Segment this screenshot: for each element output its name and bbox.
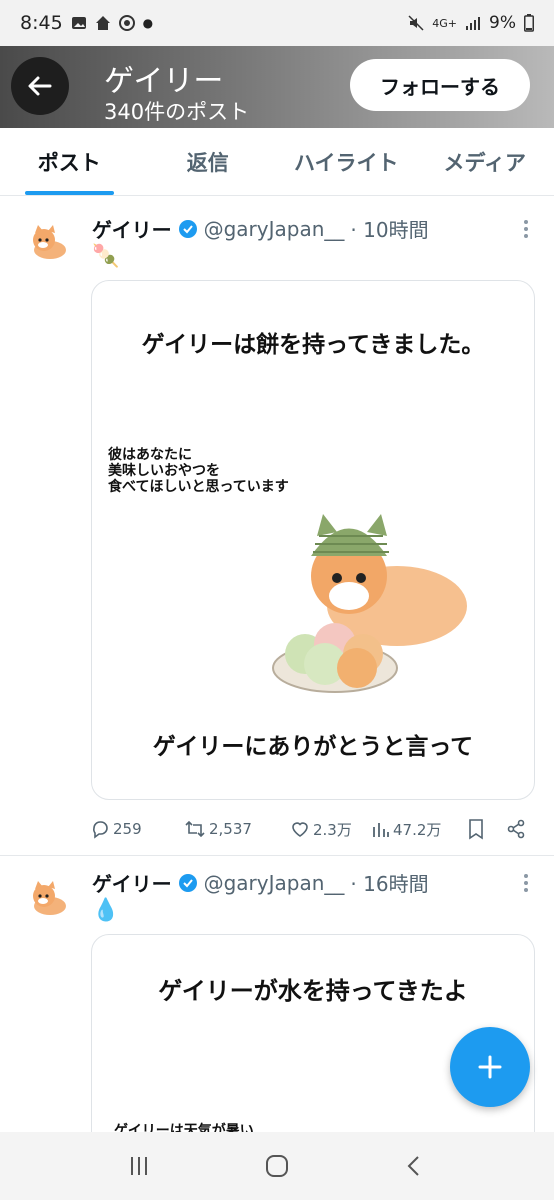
tweet[interactable]: ゲイリー @garyJapan__ · 10時間 🍡 ゲイリーは餅を持ってきまし…	[0, 200, 554, 855]
reply-button[interactable]: 259	[90, 819, 184, 839]
avatar[interactable]	[22, 214, 76, 268]
status-time: 8:45	[20, 12, 63, 34]
tweet-image[interactable]: ゲイリーは餅を持ってきました。 彼はあなたに 美味しいおやつを 食べてほしいと思…	[91, 280, 535, 800]
heart-icon	[292, 822, 308, 837]
post-time: · 16時間	[350, 872, 429, 896]
tab-posts[interactable]: ポスト	[0, 128, 139, 195]
tab-label: ハイライト	[293, 150, 399, 175]
tweet-text: 🍡	[92, 244, 120, 269]
tab-label: ポスト	[37, 150, 101, 175]
tweet-text: 💧	[92, 898, 120, 923]
kitten-mochi-illustration	[272, 514, 467, 693]
share-icon[interactable]	[506, 819, 526, 839]
recent-apps-icon[interactable]	[127, 1154, 151, 1178]
reply-count: 259	[113, 820, 142, 838]
battery-icon	[524, 14, 534, 32]
home-button-icon[interactable]	[264, 1153, 290, 1179]
post-time: · 10時間	[350, 218, 429, 242]
avatar[interactable]	[22, 870, 76, 924]
display-name[interactable]: ゲイリー	[92, 214, 172, 243]
chrome-icon	[118, 15, 135, 31]
display-name[interactable]: ゲイリー	[92, 868, 172, 897]
tab-replies[interactable]: 返信	[139, 128, 278, 195]
tab-label: メディア	[443, 150, 527, 175]
views-button[interactable]: 47.2万	[372, 819, 466, 840]
post-count: 340件のポスト	[104, 100, 250, 124]
tweet-actions: 259 2,537 2.3万 47.2万	[90, 818, 530, 840]
profile-tabs: ポスト 返信 ハイライト メディア	[0, 128, 554, 196]
profile-header: ゲイリー 340件のポスト フォローする	[0, 46, 554, 128]
like-button[interactable]: 2.3万	[290, 819, 372, 840]
image-caption-text: ゲイリーにありがとうと言って	[152, 734, 474, 760]
profile-name: ゲイリー	[104, 64, 224, 99]
image-title-text: ゲイリーは餅を持ってきました。	[141, 332, 485, 358]
signal-icon	[466, 17, 481, 30]
tab-media[interactable]: メディア	[416, 128, 554, 195]
image-title-text: ゲイリーが水を持ってきたよ	[158, 977, 468, 1005]
image-note-text: 彼はあなたに 美味しいおやつを 食べてほしいと思っています	[108, 447, 289, 495]
system-nav-bar	[0, 1132, 554, 1200]
more-options-icon[interactable]	[522, 218, 530, 240]
kitten-avatar-image	[33, 225, 66, 259]
battery-percent: 9%	[489, 13, 516, 33]
arrow-left-icon	[28, 76, 52, 96]
repost-count: 2,537	[209, 820, 252, 838]
views-chart-icon	[373, 823, 389, 837]
user-handle[interactable]: @garyJapan__	[204, 217, 345, 241]
mute-icon	[408, 15, 424, 31]
repost-icon	[185, 820, 205, 838]
verified-badge-icon	[178, 873, 197, 892]
view-count: 47.2万	[393, 820, 442, 839]
back-button[interactable]	[11, 57, 69, 115]
follow-button[interactable]: フォローする	[350, 59, 530, 111]
like-count: 2.3万	[313, 820, 352, 839]
active-tab-indicator	[25, 191, 114, 195]
reply-icon	[93, 821, 108, 839]
kitten-avatar-image	[33, 881, 66, 915]
repost-button[interactable]: 2,537	[184, 819, 290, 839]
compose-button[interactable]	[450, 1027, 530, 1107]
verified-badge-icon	[178, 219, 197, 238]
image-note-text: ゲイリーは天気が暑い	[114, 1123, 254, 1132]
back-nav-icon[interactable]	[403, 1154, 427, 1178]
tab-highlights[interactable]: ハイライト	[277, 128, 416, 195]
dot-icon: ●	[142, 16, 154, 30]
bookmark-icon[interactable]	[466, 818, 486, 840]
network-type: 4G+	[432, 16, 458, 30]
user-handle[interactable]: @garyJapan__	[204, 871, 345, 895]
tweet-header: ゲイリー @garyJapan__ · 10時間	[92, 214, 429, 243]
more-options-icon[interactable]	[522, 872, 530, 894]
plus-icon	[478, 1055, 502, 1079]
gallery-icon	[71, 17, 86, 29]
tweet-header: ゲイリー @garyJapan__ · 16時間	[92, 868, 429, 897]
home-icon	[95, 16, 110, 30]
tab-label: 返信	[186, 150, 229, 175]
status-bar: 8:45 ● 4G+ 9%	[0, 0, 554, 46]
